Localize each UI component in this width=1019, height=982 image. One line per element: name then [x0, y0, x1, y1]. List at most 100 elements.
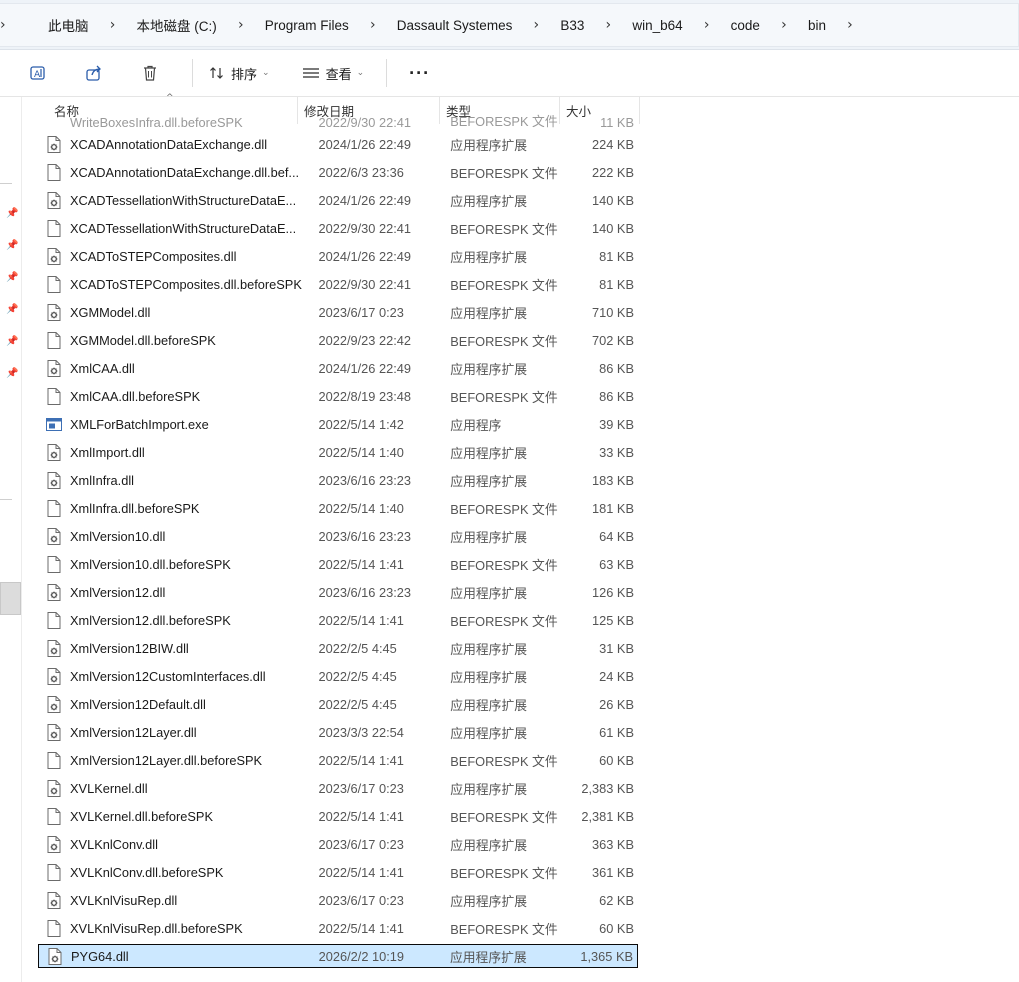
breadcrumb-b33[interactable]: B33 — [548, 18, 596, 33]
file-row[interactable]: XVLKnlVisuRep.dll.beforeSPK 2022/5/14 1:4… — [38, 914, 638, 942]
file-row[interactable]: XmlVersion12CustomInterfaces.dll 2022/2/5… — [38, 662, 638, 690]
share-icon[interactable] — [80, 59, 108, 87]
dll-icon — [46, 779, 62, 797]
navigation-pane[interactable]: 📌 📌 📌 📌 📌 📌 — [0, 97, 22, 982]
breadcrumb-this-pc[interactable]: 此电脑 — [36, 15, 101, 35]
address-bar[interactable]: › 此电脑 › 本地磁盘 (C:) › Program Files › Dass… — [0, 3, 1019, 47]
file-date: 2022/9/23 22:42 — [318, 332, 411, 348]
file-row[interactable]: XCADTessellationWithStructureDataE... 202… — [38, 214, 638, 242]
file-row[interactable]: XVLKernel.dll.beforeSPK 2022/5/14 1:41 BEF… — [38, 802, 638, 830]
chevron-right-icon[interactable]: › — [772, 17, 796, 33]
file-row[interactable]: XmlImport.dll 2022/5/14 1:40 应用程序扩展 33 KB — [38, 438, 638, 466]
file-row[interactable]: XGMModel.dll.beforeSPK 2022/9/23 22:42 BEF… — [38, 326, 638, 354]
file-name: XmlVersion12.dll.beforeSPK — [70, 612, 231, 628]
view-label: 查看 — [325, 66, 352, 82]
file-name: XmlVersion12Layer.dll.beforeSPK — [70, 752, 263, 768]
pin-icon[interactable]: 📌 — [6, 368, 18, 380]
pin-icon[interactable]: 📌 — [6, 240, 18, 252]
breadcrumb-win-b64[interactable]: win_b64 — [620, 18, 694, 33]
file-type: 应用程序扩展 — [450, 893, 528, 909]
dll-icon — [46, 667, 62, 685]
file-rows: XCADAnnotationDataExchange.dll 2024/1/26 … — [38, 130, 638, 968]
file-icon — [46, 387, 62, 405]
file-row[interactable]: XCADToSTEPComposites.dll.beforeSPK 2022/9… — [38, 270, 638, 298]
file-row[interactable]: XmlVersion12BIW.dll 2022/2/5 4:45 应用程序扩展 31… — [38, 634, 638, 662]
chevron-right-icon[interactable]: › — [695, 17, 719, 33]
file-row[interactable]: XVLKernel.dll 2023/6/17 0:23 应用程序扩展 2,383 K… — [38, 774, 638, 802]
file-row[interactable]: XmlVersion12Default.dll 2022/2/5 4:45 应用程序… — [38, 690, 638, 718]
file-row[interactable]: XmlVersion12.dll.beforeSPK 2022/5/14 1:41… — [38, 606, 638, 634]
pin-icon[interactable]: 📌 — [6, 208, 18, 220]
file-icon — [46, 807, 62, 825]
chevron-right-icon[interactable]: › — [596, 17, 620, 33]
dll-icon — [46, 247, 62, 265]
file-name: XmlInfra.dll — [70, 472, 135, 488]
file-row[interactable]: XCADTessellationWithStructureDataE... 202… — [38, 186, 638, 214]
pin-icon[interactable]: 📌 — [6, 304, 18, 316]
file-row[interactable]: XmlVersion12Layer.dll.beforeSPK 2022/5/14… — [38, 746, 638, 774]
file-row[interactable]: XmlCAA.dll 2024/1/26 22:49 应用程序扩展 86 KB — [38, 354, 638, 382]
file-row[interactable]: XmlCAA.dll.beforeSPK 2022/8/19 23:48 BEFOR… — [38, 382, 638, 410]
sort-button[interactable]: 排序 ⌄ — [205, 57, 280, 89]
file-row[interactable]: XCADAnnotationDataExchange.dll 2024/1/26 … — [38, 130, 638, 158]
file-date: 2022/9/30 22:41 — [318, 115, 411, 130]
address-bar-region: › 此电脑 › 本地磁盘 (C:) › Program Files › Dass… — [0, 0, 1019, 50]
rename-icon[interactable]: A — [24, 59, 52, 87]
file-name: XCADToSTEPComposites.dll.beforeSPK — [70, 276, 302, 292]
file-row[interactable]: XGMModel.dll 2023/6/17 0:23 应用程序扩展 710 KB — [38, 298, 638, 326]
file-date: 2022/5/14 1:40 — [318, 444, 404, 460]
breadcrumb-bin[interactable]: bin — [796, 18, 838, 33]
file-date: 2023/6/17 0:23 — [318, 780, 404, 796]
file-date: 2022/5/14 1:41 — [318, 864, 404, 880]
chevron-right-icon[interactable]: › — [229, 17, 253, 33]
file-name: XCADAnnotationDataExchange.dll.bef... — [70, 164, 300, 180]
file-name: XMLForBatchImport.exe — [70, 416, 209, 432]
file-date: 2023/6/17 0:23 — [318, 892, 404, 908]
breadcrumb-program-files[interactable]: Program Files — [253, 18, 361, 33]
chevron-right-icon[interactable]: › — [361, 17, 385, 33]
file-type: BEFORESPK 文件 — [450, 613, 558, 629]
file-row[interactable]: XmlVersion12Layer.dll 2023/3/3 22:54 应用程序扩… — [38, 718, 638, 746]
chevron-right-icon[interactable]: › — [101, 17, 125, 33]
file-row[interactable]: XMLForBatchImport.exe 2022/5/14 1:42 应用程序 3… — [38, 410, 638, 438]
file-row-selected[interactable]: PYG64.dll 2026/2/2 10:19 应用程序扩展 1,365 KB — [38, 944, 638, 968]
file-icon — [46, 219, 62, 237]
file-row[interactable]: XVLKnlConv.dll 2023/6/17 0:23 应用程序扩展 363 KB — [38, 830, 638, 858]
file-row[interactable]: XCADToSTEPComposites.dll 2024/1/26 22:49 应… — [38, 242, 638, 270]
file-name: XmlVersion10.dll.beforeSPK — [70, 556, 231, 572]
file-size: 33 KB — [599, 444, 634, 460]
file-name: XmlVersion12CustomInterfaces.dll — [70, 668, 266, 684]
breadcrumb-dassault[interactable]: Dassault Systemes — [385, 18, 525, 33]
file-name: XmlCAA.dll.beforeSPK — [70, 388, 201, 404]
file-row[interactable]: XmlInfra.dll 2023/6/16 23:23 应用程序扩展 183 KB — [38, 466, 638, 494]
file-name: XmlVersion12Default.dll — [70, 696, 206, 712]
file-date: 2022/5/14 1:40 — [318, 500, 404, 516]
file-row[interactable]: XmlVersion10.dll.beforeSPK 2022/5/14 1:41… — [38, 550, 638, 578]
file-row[interactable]: XmlVersion12.dll 2023/6/16 23:23 应用程序扩展 126… — [38, 578, 638, 606]
chevron-right-icon[interactable]: › — [0, 17, 14, 33]
file-row[interactable]: XCADAnnotationDataExchange.dll.bef... 202… — [38, 158, 638, 186]
chevron-right-icon[interactable]: › — [524, 17, 548, 33]
pin-icon[interactable]: 📌 — [6, 336, 18, 348]
file-row-partial[interactable]: WriteBoxesInfra.dll.beforeSPK 2022/9/30 … — [38, 114, 638, 130]
dll-icon — [46, 639, 62, 657]
file-date: 2022/5/14 1:41 — [318, 752, 404, 768]
file-date: 2022/5/14 1:41 — [318, 920, 404, 936]
file-type: 应用程序扩展 — [450, 361, 528, 377]
more-options-button[interactable]: ··· — [399, 57, 440, 89]
file-row[interactable]: XmlVersion10.dll 2023/6/16 23:23 应用程序扩展 64 … — [38, 522, 638, 550]
file-type: BEFORESPK 文件 — [450, 809, 558, 825]
file-size: 81 KB — [599, 276, 634, 292]
delete-icon[interactable] — [136, 59, 164, 87]
file-row[interactable]: XVLKnlConv.dll.beforeSPK 2022/5/14 1:41 BE… — [38, 858, 638, 886]
chevron-right-icon[interactable]: › — [838, 17, 862, 33]
view-button[interactable]: 查看 ⌄ — [292, 57, 375, 89]
nav-selected-item[interactable] — [0, 582, 21, 615]
breadcrumb-code[interactable]: code — [719, 18, 772, 33]
file-row[interactable]: XVLKnlVisuRep.dll 2023/6/17 0:23 应用程序扩展 62 … — [38, 886, 638, 914]
file-row[interactable]: XmlInfra.dll.beforeSPK 2022/5/14 1:40 BEFO… — [38, 494, 638, 522]
file-name: XGMModel.dll — [70, 304, 151, 320]
breadcrumb-local-disk[interactable]: 本地磁盘 (C:) — [125, 15, 229, 35]
pin-icon[interactable]: 📌 — [6, 272, 18, 284]
file-icon — [46, 499, 62, 517]
